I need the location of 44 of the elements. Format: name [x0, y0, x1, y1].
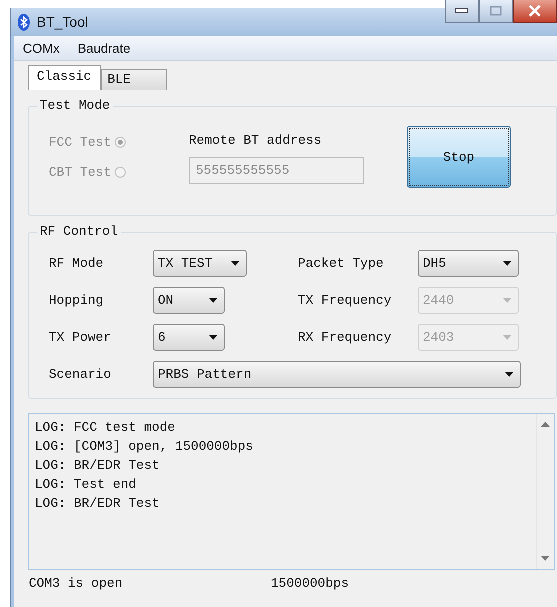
field-label: Hopping [49, 293, 105, 308]
log-line: LOG: BR/EDR Test [35, 495, 161, 513]
tab[interactable]: BLE [100, 69, 167, 90]
log-line: LOG: BR/EDR Test [35, 457, 161, 475]
field-label: Scenario [49, 367, 112, 382]
log-line: LOG: Test end [35, 476, 138, 494]
caret-icon [505, 372, 514, 377]
radio-label: CBT Test [49, 165, 112, 180]
caret-icon [231, 261, 240, 266]
caret-icon [503, 335, 512, 340]
scroll-up-icon [541, 422, 550, 427]
tab[interactable]: Classic [28, 65, 101, 90]
stop-button[interactable]: Stop [407, 126, 511, 188]
close-button[interactable] [513, 0, 557, 23]
window-title: BT_Tool [37, 14, 88, 30]
caret-icon [503, 298, 512, 303]
dropdown[interactable]: 6 [153, 324, 225, 351]
status-text: 1500000bps [271, 576, 350, 591]
bluetooth-icon [18, 14, 30, 30]
maximize-icon [490, 6, 502, 16]
field-label: RF Mode [49, 256, 105, 271]
log-area[interactable]: LOG: FCC test mode LOG: [COM3] open, 1500000bps LOG: BR/EDR Test LOG: Test end LOG: BR/EDR Test [28, 413, 555, 570]
log-line: LOG: [COM3] open, 1500000bps [35, 438, 254, 456]
caret-icon [503, 261, 512, 266]
dropdown[interactable]: ON [153, 287, 225, 314]
menu-item[interactable]: Baudrate [78, 40, 131, 56]
field-label: TX Frequency [298, 293, 393, 308]
field-label: RX Frequency [298, 330, 393, 345]
field-label: TX Power [49, 330, 112, 345]
minimize-button[interactable] [445, 0, 479, 23]
field-label: Packet Type [298, 256, 385, 271]
field-label: Remote BT address [189, 133, 323, 148]
dropdown[interactable]: PRBS Pattern [153, 361, 521, 388]
menu-item[interactable]: COMx [23, 40, 60, 56]
scroll-down-icon [541, 556, 550, 561]
log-line: LOG: FCC test mode [35, 419, 176, 437]
caret-icon [209, 298, 218, 303]
radio-label: FCC Test [49, 135, 112, 150]
close-icon [528, 5, 542, 17]
dropdown[interactable]: TX TEST [153, 250, 247, 277]
status-text: COM3 is open [29, 576, 124, 591]
caret-icon [209, 335, 218, 340]
minimize-icon [455, 8, 469, 14]
dropdown[interactable]: DH5 [418, 250, 519, 277]
